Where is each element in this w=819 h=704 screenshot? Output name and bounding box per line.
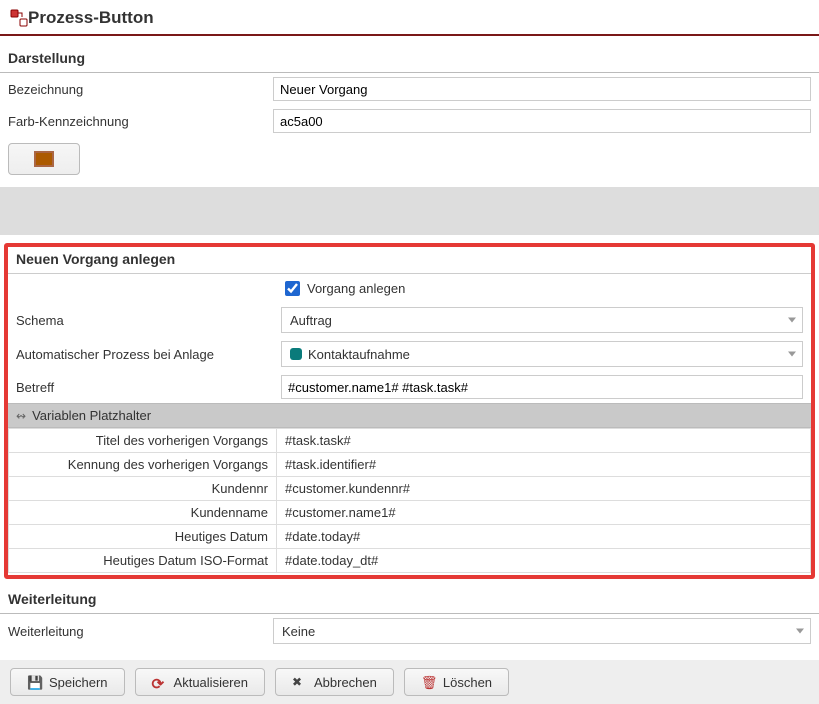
table-row: Titel des vorherigen Vorgangs#task.task# [9, 429, 811, 453]
spacer-band [0, 187, 819, 235]
label-vorgang-anlegen: Vorgang anlegen [307, 281, 405, 296]
var-key: Heutiges Datum [9, 525, 277, 549]
refresh-label: Aktualisieren [174, 675, 248, 690]
section-header-weiterleitung: Weiterleitung [0, 587, 819, 614]
row-vorgang-anlegen: Vorgang anlegen [8, 274, 811, 303]
table-row: Kundennr#customer.kundennr# [9, 477, 811, 501]
delete-button[interactable]: Löschen [404, 668, 509, 696]
select-schema-value: Auftrag [290, 313, 332, 328]
table-row: Heutiges Datum ISO-Format#date.today_dt# [9, 549, 811, 573]
select-autoproc-value: Kontaktaufnahme [308, 347, 410, 362]
row-farbe: Farb-Kennzeichnung [0, 105, 819, 137]
cancel-label: Abbrechen [314, 675, 377, 690]
footer-toolbar: Speichern Aktualisieren Abbrechen Lösche… [0, 660, 819, 704]
label-schema: Schema [16, 313, 281, 328]
input-betreff[interactable] [281, 375, 803, 399]
page-header: Prozess-Button [0, 0, 819, 36]
var-value: #customer.kundennr# [277, 477, 811, 501]
save-label: Speichern [49, 675, 108, 690]
var-key: Kundenname [9, 501, 277, 525]
refresh-icon [152, 675, 166, 689]
input-bezeichnung[interactable] [273, 77, 811, 101]
var-value: #date.today_dt# [277, 549, 811, 573]
select-autoproc[interactable]: Kontaktaufnahme [281, 341, 803, 367]
var-key: Titel des vorherigen Vorgangs [9, 429, 277, 453]
variablen-table: Titel des vorherigen Vorgangs#task.task#… [8, 428, 811, 573]
chevron-down-icon [788, 318, 796, 323]
cancel-icon [292, 675, 306, 689]
color-swatch-icon [34, 151, 54, 167]
checkbox-vorgang-anlegen[interactable] [285, 281, 300, 296]
var-value: #task.identifier# [277, 453, 811, 477]
section-header-darstellung: Darstellung [0, 46, 819, 73]
variablen-title: Variablen Platzhalter [32, 408, 151, 423]
label-betreff: Betreff [16, 380, 281, 395]
var-key: Kennung des vorherigen Vorgangs [9, 453, 277, 477]
row-schema: Schema Auftrag [8, 303, 811, 337]
section-darstellung: Darstellung Bezeichnung Farb-Kennzeichnu… [0, 46, 819, 183]
chevron-down-icon [796, 629, 804, 634]
select-weiterleitung[interactable]: Keine [273, 618, 811, 644]
label-weiterleitung: Weiterleitung [8, 624, 273, 639]
label-farbe: Farb-Kennzeichnung [8, 114, 273, 129]
save-button[interactable]: Speichern [10, 668, 125, 696]
table-row: Heutiges Datum#date.today# [9, 525, 811, 549]
var-value: #customer.name1# [277, 501, 811, 525]
section-header-neu: Neuen Vorgang anlegen [8, 247, 811, 274]
delete-label: Löschen [443, 675, 492, 690]
input-farbe[interactable] [273, 109, 811, 133]
label-bezeichnung: Bezeichnung [8, 82, 273, 97]
row-bezeichnung: Bezeichnung [0, 73, 819, 105]
trash-icon [421, 675, 435, 689]
section-neuen-vorgang: Neuen Vorgang anlegen Vorgang anlegen Sc… [4, 243, 815, 579]
select-schema[interactable]: Auftrag [281, 307, 803, 333]
select-weiterleitung-value: Keine [282, 624, 315, 639]
color-picker-button[interactable] [8, 143, 80, 175]
var-value: #date.today# [277, 525, 811, 549]
process-button-icon [10, 9, 28, 27]
cancel-button[interactable]: Abbrechen [275, 668, 394, 696]
variablen-header: ↭ Variablen Platzhalter [8, 403, 811, 428]
page-title: Prozess-Button [28, 8, 154, 28]
row-betreff: Betreff [8, 371, 811, 403]
var-key: Heutiges Datum ISO-Format [9, 549, 277, 573]
chevron-down-icon [788, 352, 796, 357]
row-weiterleitung: Weiterleitung Keine [0, 614, 819, 648]
label-autoproc: Automatischer Prozess bei Anlage [16, 347, 281, 362]
row-autoproc: Automatischer Prozess bei Anlage Kontakt… [8, 337, 811, 371]
link-icon: ↭ [16, 409, 26, 423]
save-icon [27, 675, 41, 689]
var-value: #task.task# [277, 429, 811, 453]
var-key: Kundennr [9, 477, 277, 501]
section-weiterleitung: Weiterleitung Weiterleitung Keine [0, 587, 819, 648]
refresh-button[interactable]: Aktualisieren [135, 668, 265, 696]
table-row: Kundenname#customer.name1# [9, 501, 811, 525]
table-row: Kennung des vorherigen Vorgangs#task.ide… [9, 453, 811, 477]
